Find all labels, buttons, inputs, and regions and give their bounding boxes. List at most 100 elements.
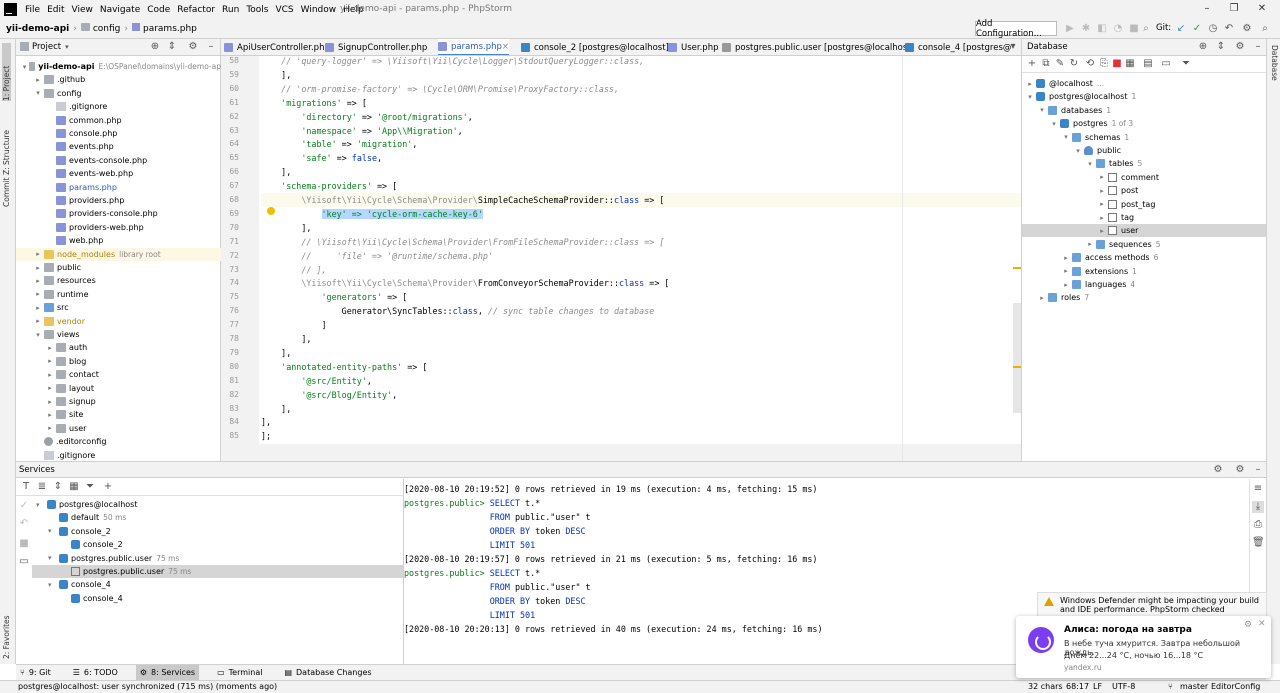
code-area[interactable]: // 'query-logger' => \Yiisoft\Yii\Cycle\… xyxy=(261,56,1021,444)
console-icon[interactable]: ▭ xyxy=(1160,58,1172,70)
database-tree-item[interactable]: ▸ comment xyxy=(1022,171,1266,184)
hide-panel-icon[interactable]: – xyxy=(1252,464,1264,476)
project-tree-item[interactable]: ▾ views xyxy=(16,328,221,341)
run-icon[interactable]: ▶ xyxy=(1064,23,1076,35)
code-line[interactable]: // 'orm-promise-factory' => \Cycle\ORM\P… xyxy=(261,82,619,96)
project-tree-item[interactable]: events-web.php xyxy=(16,167,221,180)
project-tree-item[interactable]: events.php xyxy=(16,140,221,153)
code-line[interactable]: // 'query-logger' => \Yiisoft\Yii\Cycle\… xyxy=(261,56,644,68)
chevron-right-icon[interactable]: ▸ xyxy=(1062,254,1070,262)
code-line[interactable]: '@src/Blog/Entity', xyxy=(261,388,397,402)
code-line[interactable]: '@src/Entity', xyxy=(261,374,372,388)
database-tree-item[interactable]: ▸ languages 4 xyxy=(1022,278,1266,291)
project-tree-item[interactable]: ▸ signup xyxy=(16,395,221,408)
coverage-icon[interactable]: ◧ xyxy=(1096,23,1108,35)
services-tree-item[interactable]: ▾ console_4 xyxy=(32,578,403,591)
code-line[interactable]: ], xyxy=(261,402,291,416)
database-tree-item[interactable]: ▾ tables 5 xyxy=(1022,157,1266,170)
locate-icon[interactable]: ⊕ xyxy=(149,41,161,53)
bottom-tab[interactable]: ☰ 6: TODO xyxy=(69,665,122,681)
tool-tab-database[interactable]: Database xyxy=(1270,45,1279,95)
chevron-right-icon[interactable]: ▸ xyxy=(34,317,42,325)
breadcrumb-folder[interactable]: config xyxy=(80,23,120,34)
bottom-tab[interactable]: ▤ Database Changes xyxy=(280,665,375,681)
chevron-down-icon[interactable]: ▾ xyxy=(1026,93,1034,101)
code-line[interactable]: ], xyxy=(261,332,311,346)
menu-window[interactable]: Window xyxy=(301,5,337,15)
hide-panel-icon[interactable]: – xyxy=(1252,41,1264,53)
project-tree-item[interactable]: ▾ yii-demo-api E:\OSPanel\domains\yii-demo… xyxy=(16,60,221,73)
bottom-tab[interactable]: ⚙ 8: Services xyxy=(135,664,200,681)
add-icon[interactable]: + xyxy=(102,481,114,493)
chevron-down-icon[interactable]: ▾ xyxy=(1074,147,1082,155)
code-line[interactable]: ], xyxy=(261,165,291,179)
breadcrumb-project[interactable]: yii-demo-api xyxy=(6,24,69,34)
rollback-icon[interactable]: ↶ xyxy=(18,518,30,530)
menu-code[interactable]: Code xyxy=(147,5,170,15)
settings-icon[interactable]: ⚙ xyxy=(1234,464,1246,476)
chevron-right-icon[interactable]: ▸ xyxy=(1098,173,1106,181)
status-editorconfig[interactable]: EditorConfig xyxy=(1211,682,1260,691)
database-tree-item[interactable]: ▾ schemas 1 xyxy=(1022,131,1266,144)
project-tree-item[interactable]: common.php xyxy=(16,114,221,127)
chevron-down-icon[interactable]: ▾ xyxy=(48,581,57,589)
code-line[interactable]: 'generators' => [ xyxy=(261,290,408,304)
properties-icon[interactable]: ✎ xyxy=(1054,58,1066,70)
status-encoding[interactable]: UTF-8 xyxy=(1112,682,1135,691)
code-line[interactable]: 'annotated-entity-paths' => [ xyxy=(261,360,427,374)
git-update-icon[interactable]: ↙ xyxy=(1175,23,1187,35)
alice-weather-notification[interactable]: Алиса: погода на завтра В небе туча хмур… xyxy=(1016,616,1271,678)
project-tree-item[interactable]: web.php xyxy=(16,234,221,247)
database-tree-item[interactable]: ▸ @localhost... xyxy=(1022,77,1266,90)
project-tree-item[interactable]: ▸ public xyxy=(16,261,221,274)
code-line[interactable]: // 'file' => '@runtime/schema.php' xyxy=(261,249,493,263)
menu-tools[interactable]: Tools xyxy=(246,5,268,15)
code-line[interactable]: 'table' => 'migration', xyxy=(261,137,417,151)
database-tree-item[interactable]: ▾ databases 1 xyxy=(1022,104,1266,117)
chevron-right-icon[interactable]: ▸ xyxy=(46,398,54,406)
code-line[interactable]: // ], xyxy=(261,263,326,277)
gear-icon[interactable]: ⚙ xyxy=(187,41,199,53)
database-tree-item[interactable]: ▸ post_tag xyxy=(1022,198,1266,211)
code-line[interactable]: ], xyxy=(261,415,271,429)
debug-icon[interactable]: ✱ xyxy=(1080,23,1092,35)
filter-icon[interactable]: ⏷ xyxy=(1180,58,1192,70)
code-line[interactable]: ] xyxy=(261,318,327,332)
gear-icon[interactable]: ⚙ xyxy=(1234,41,1246,53)
collapse-all-icon[interactable]: ⇕ xyxy=(1215,41,1227,53)
code-line[interactable]: Generator\SyncTables::class, // sync tab… xyxy=(261,304,655,318)
services-tree-item[interactable]: default 50 ms xyxy=(32,511,403,524)
code-line[interactable]: ], xyxy=(261,68,291,82)
filter-icon[interactable]: ⏷ xyxy=(84,481,96,493)
code-line[interactable]: // \Yiisoft\Yii\Cycle\Schema\Provider\Fr… xyxy=(261,235,664,249)
chevron-down-icon[interactable]: ▾ xyxy=(22,63,27,71)
expand-all-icon[interactable]: ≣ xyxy=(36,481,48,493)
project-tree-item[interactable]: ▸ src xyxy=(16,301,221,314)
project-tree-item[interactable]: ▸ runtime xyxy=(16,288,221,301)
breadcrumb-file[interactable]: params.php xyxy=(131,23,197,34)
project-tree-item[interactable]: ▸ node_modules library root xyxy=(16,247,221,261)
project-tree-item[interactable]: providers-console.php xyxy=(16,207,221,220)
chevron-right-icon[interactable]: ▸ xyxy=(1098,200,1106,208)
chevron-right-icon[interactable]: ▸ xyxy=(34,277,42,285)
code-line[interactable]: ], xyxy=(261,346,291,360)
project-tree-item[interactable]: console.php xyxy=(16,127,221,140)
warning-stripe[interactable] xyxy=(1013,366,1021,368)
close-icon[interactable]: ✕ xyxy=(1255,3,1269,15)
print-icon[interactable]: ⎙ xyxy=(1252,519,1264,531)
menu-vcs[interactable]: VCS xyxy=(275,5,293,15)
collapse-all-icon[interactable]: ⇕ xyxy=(52,481,64,493)
sync-icon[interactable]: ⟲ xyxy=(1084,58,1096,70)
code-line[interactable]: 'schema-providers' => [ xyxy=(261,179,397,193)
chevron-right-icon[interactable]: ▸ xyxy=(34,264,42,272)
status-line-separator[interactable]: LF xyxy=(1093,682,1102,691)
layout-icon[interactable]: ▭ xyxy=(18,556,30,568)
add-configuration-button[interactable]: Add Configuration... xyxy=(975,19,1057,39)
chevron-right-icon[interactable]: ▸ xyxy=(46,384,54,392)
stop-icon[interactable]: ■ xyxy=(1111,58,1123,70)
hide-panel-icon[interactable]: – xyxy=(205,41,217,53)
chevron-down-icon[interactable]: ▾ xyxy=(1038,106,1046,114)
chevron-right-icon[interactable]: ▸ xyxy=(1062,267,1070,275)
services-tree-item[interactable]: ▾ console_2 xyxy=(32,525,403,538)
editor-tab[interactable]: console_4 [postgres@ xyxy=(905,39,1011,55)
